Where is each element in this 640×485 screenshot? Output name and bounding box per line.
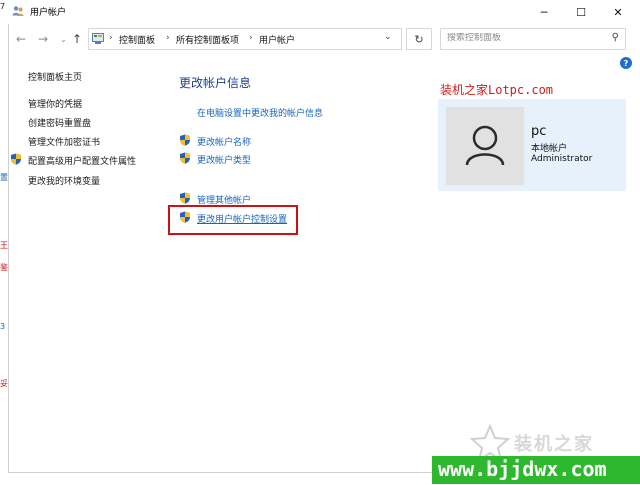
help-button[interactable]: ? [620, 57, 632, 69]
watermark-brand: 装机之家 [514, 434, 594, 455]
shield-icon [180, 152, 190, 164]
shield-icon [11, 153, 21, 165]
sidebar-item-environment-variables[interactable]: 更改我的环境变量 [28, 174, 100, 187]
account-role: Administrator [531, 154, 593, 164]
watermark-text: 装机之家Lotpc.com [440, 83, 554, 97]
recent-locations-button[interactable]: ⌄ [60, 35, 67, 44]
control-panel-icon [92, 33, 104, 44]
sidebar-item-encryption-certificates[interactable]: 管理文件加密证书 [28, 135, 100, 148]
highlight-box [168, 205, 298, 235]
sidebar-item-advanced-profile-properties[interactable]: 配置高级用户配置文件属性 [28, 154, 136, 167]
breadcrumb-separator: › [249, 33, 253, 43]
shield-icon [180, 192, 190, 204]
refresh-button[interactable]: ↻ [406, 28, 432, 50]
sidebar-item-control-panel-home[interactable]: 控制面板主页 [28, 70, 82, 83]
change-account-type-link[interactable]: 更改帐户类型 [197, 153, 251, 166]
account-type: 本地帐户 [531, 144, 568, 154]
sidebar-item-password-reset-disk[interactable]: 创建密码重置盘 [28, 116, 91, 129]
strip-text: 王 [0, 241, 8, 250]
user-avatar-icon [465, 125, 505, 166]
breadcrumb-separator: › [166, 33, 170, 43]
control-panel-window [8, 0, 640, 472]
minimize-button[interactable]: ─ [524, 0, 564, 24]
account-name: pc [531, 124, 547, 139]
window-title: 用户帐户 [30, 8, 67, 18]
strip-text: 7 [0, 2, 6, 11]
search-box[interactable]: ⚲ [440, 28, 626, 50]
page-title: 更改帐户信息 [179, 76, 252, 90]
back-button[interactable]: ← [16, 32, 26, 46]
strip-text: 3 [0, 322, 6, 331]
search-input[interactable] [447, 33, 607, 43]
avatar [446, 107, 524, 185]
background-window-strip: 7 置 王 鉴 3 妥 [0, 0, 8, 484]
close-button[interactable]: ✕ [598, 0, 638, 24]
strip-text: 置 [0, 173, 8, 182]
window-bottom-edge [8, 472, 438, 485]
address-dropdown-button[interactable]: ⌄ [384, 32, 392, 42]
users-icon [12, 6, 24, 16]
breadcrumb-all-items[interactable]: 所有控制面板项 [176, 33, 239, 46]
sidebar-item-manage-credentials[interactable]: 管理你的凭据 [28, 97, 82, 110]
forward-button[interactable]: → [38, 32, 48, 46]
maximize-button[interactable]: ☐ [561, 0, 601, 24]
breadcrumb-separator: › [109, 33, 113, 43]
change-account-name-link[interactable]: 更改帐户名称 [197, 135, 251, 148]
breadcrumb-user-accounts[interactable]: 用户帐户 [259, 33, 295, 46]
change-info-in-pc-settings-link[interactable]: 在电脑设置中更改我的帐户信息 [197, 106, 323, 119]
strip-text: 妥 [0, 379, 8, 388]
up-button[interactable]: ↑ [72, 32, 82, 46]
search-icon[interactable]: ⚲ [612, 32, 619, 43]
breadcrumb-control-panel[interactable]: 控制面板 [119, 33, 155, 46]
strip-text: 鉴 [0, 263, 8, 272]
watermark-url: www.bjjdwx.com [438, 457, 607, 481]
shield-icon [180, 134, 190, 146]
